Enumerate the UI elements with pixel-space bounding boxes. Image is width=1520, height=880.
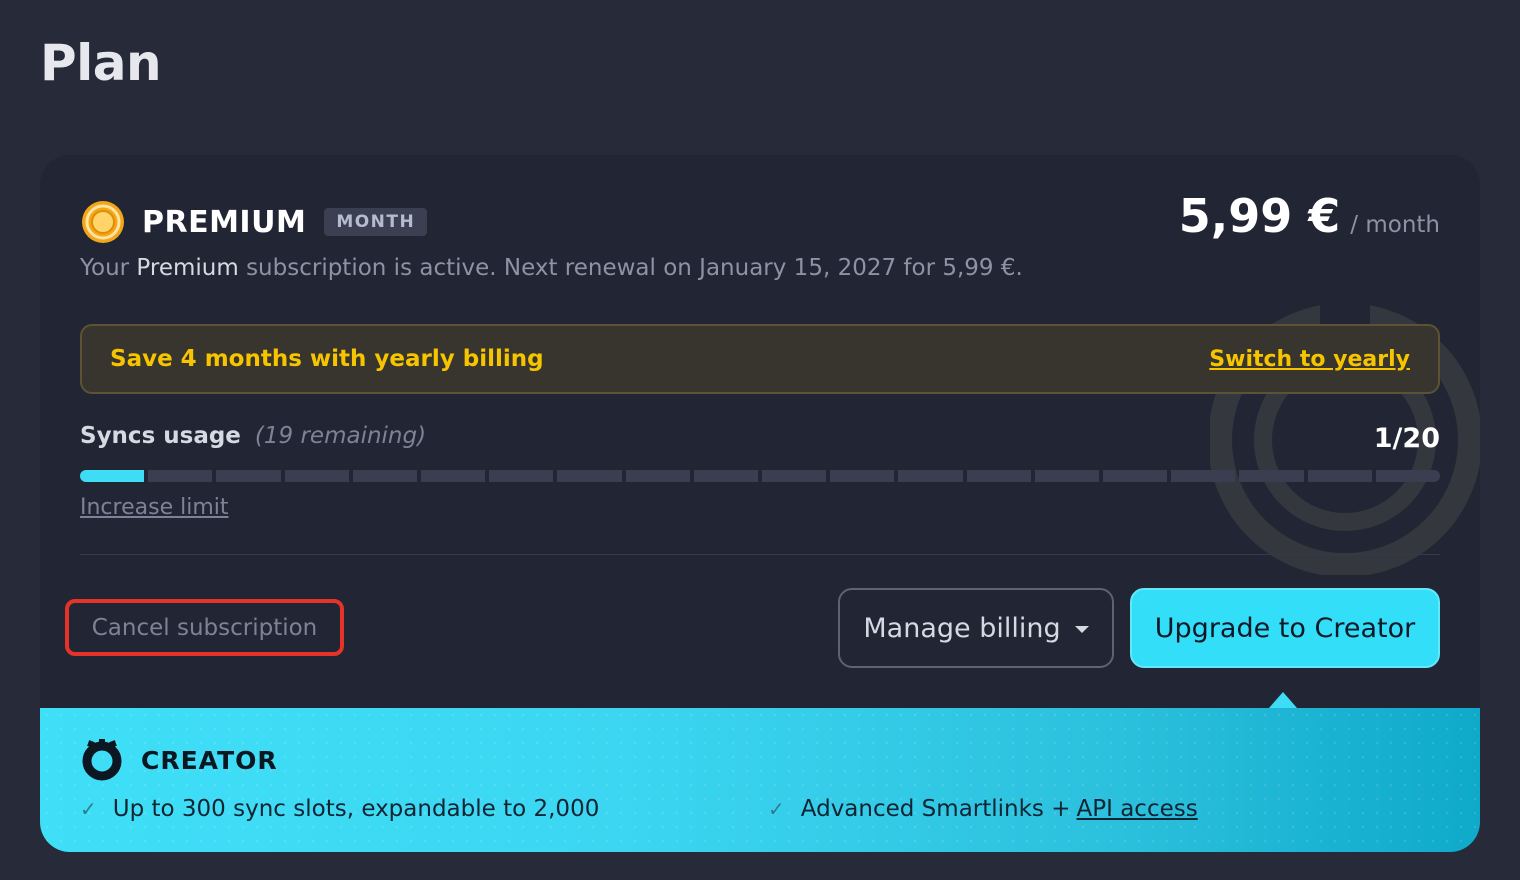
- price-period: / month: [1350, 212, 1440, 238]
- status-suffix: subscription is active. Next renewal on …: [246, 255, 1023, 281]
- usage-segment: [284, 470, 349, 482]
- usage-segment: [1307, 470, 1372, 482]
- usage-remaining: (19 remaining): [254, 423, 427, 449]
- switch-to-yearly-link[interactable]: Switch to yearly: [1209, 347, 1410, 372]
- usage-segment: [1239, 470, 1304, 482]
- manage-billing-label: Manage billing: [863, 612, 1061, 644]
- usage-count: 1/20: [1373, 423, 1440, 454]
- check-icon: ✓: [768, 797, 785, 821]
- usage-segment: [966, 470, 1031, 482]
- usage-title: Syncs usage: [80, 423, 241, 449]
- usage-segment: [80, 470, 145, 482]
- usage-segment: [421, 470, 486, 482]
- feature-text: Advanced Smartlinks +: [800, 796, 1071, 822]
- plan-price: 5,99 € / month: [1179, 189, 1440, 243]
- usage-segment: [625, 470, 690, 482]
- cancel-subscription-button[interactable]: Cancel subscription: [65, 599, 344, 656]
- chevron-down-icon: [1074, 625, 1089, 633]
- divider: [80, 554, 1440, 555]
- usage-segment: [830, 470, 895, 482]
- status-prefix: Your: [80, 255, 130, 281]
- usage-segment: [1034, 470, 1100, 482]
- usage-segment: [557, 470, 622, 482]
- promo-text: Save 4 months with yearly billing: [110, 346, 544, 372]
- upgrade-to-creator-button[interactable]: Upgrade to Creator: [1130, 588, 1440, 668]
- increase-limit-link[interactable]: Increase limit: [80, 495, 229, 520]
- feature-text: Up to 300 sync slots, expandable to 2,00…: [112, 796, 600, 822]
- usage-segment: [762, 470, 827, 482]
- usage-segment: [352, 470, 418, 482]
- price-amount: 5,99 €: [1178, 189, 1341, 243]
- usage-segment: [1171, 470, 1236, 482]
- plan-card: PREMIUM MONTH 5,99 € / month Your Premiu…: [40, 155, 1480, 852]
- usage-segment: [1103, 470, 1168, 482]
- usage-progress-bar: [80, 470, 1441, 482]
- plan-name: PREMIUM: [142, 204, 307, 240]
- usage-segment: [1375, 470, 1441, 482]
- yearly-billing-promo: Save 4 months with yearly billing Switch…: [80, 324, 1440, 394]
- usage-segment: [216, 470, 281, 482]
- creator-header: CREATOR: [80, 738, 278, 782]
- subscription-status: Your Premium subscription is active. Nex…: [80, 255, 1023, 281]
- creator-plan-panel: CREATOR ✓ Up to 300 sync slots, expandab…: [40, 708, 1480, 852]
- creator-feature-sync-slots: ✓ Up to 300 sync slots, expandable to 2,…: [80, 796, 599, 822]
- pointer-arrow-icon: [1269, 692, 1297, 708]
- status-plan-name: Premium: [136, 255, 239, 281]
- billing-period-badge: MONTH: [324, 208, 428, 236]
- coin-icon: [82, 201, 124, 243]
- creator-plan-name: CREATOR: [141, 745, 278, 775]
- plan-header: PREMIUM MONTH: [80, 199, 428, 245]
- usage-segment: [489, 470, 554, 482]
- page-title: Plan: [40, 34, 162, 92]
- usage-segment: [148, 470, 213, 482]
- usage-segment: [898, 470, 963, 482]
- api-access-link[interactable]: API access: [1077, 796, 1198, 822]
- check-icon: ✓: [80, 797, 97, 821]
- usage-label: Syncs usage (19 remaining): [80, 423, 426, 449]
- creator-logo-icon: [82, 739, 122, 781]
- usage-segment: [693, 470, 759, 482]
- creator-feature-smartlinks: ✓ Advanced Smartlinks + API access: [768, 796, 1198, 822]
- manage-billing-button[interactable]: Manage billing: [838, 588, 1114, 668]
